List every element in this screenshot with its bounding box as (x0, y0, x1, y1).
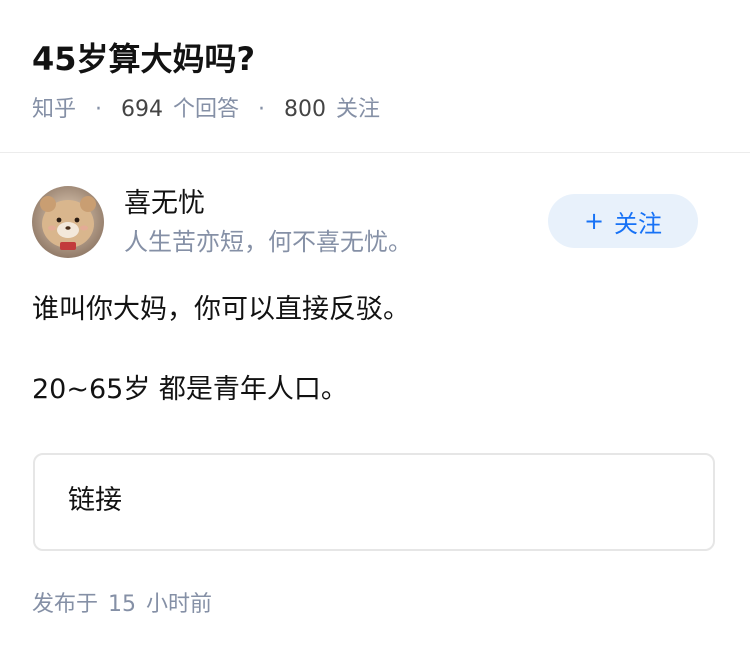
follow-count: 800 (284, 97, 327, 122)
avatar[interactable] (32, 186, 104, 258)
answer-paragraph: 谁叫你大妈，你可以直接反驳。 (32, 294, 410, 325)
avatar-image (32, 186, 104, 258)
meta-separator: · (258, 97, 266, 122)
link-card-label: 链接 (68, 485, 122, 516)
question-meta: 知乎 · 694 个回答 · 800 关注 (32, 94, 380, 126)
answer-page: 45岁算大妈吗? 知乎 · 694 个回答 · 800 关注 喜无忧 人生苦亦短… (0, 0, 750, 656)
answer-count-label: 个回答 (173, 97, 240, 122)
follow-button[interactable]: + 关注 (548, 194, 698, 248)
follow-count-label: 关注 (336, 97, 381, 122)
follow-button-label: 关注 (614, 209, 663, 238)
meta-separator: · (95, 97, 103, 122)
author-name[interactable]: 喜无忧 (124, 186, 205, 222)
published-unit: 小时前 (146, 592, 213, 617)
author-bio: 人生苦亦短，何不喜无忧。 (124, 228, 412, 256)
question-header: 45岁算大妈吗? 知乎 · 694 个回答 · 800 关注 (0, 0, 750, 153)
answer-count: 694 (121, 97, 164, 122)
published-value: 15 (108, 592, 137, 617)
source-label: 知乎 (32, 97, 77, 122)
plus-icon: + (583, 207, 605, 235)
question-title[interactable]: 45岁算大妈吗? (32, 36, 255, 82)
answer-paragraph: 20~65岁 都是青年人口。 (32, 374, 348, 405)
published-label: 发布于 (32, 592, 99, 617)
answer-content: 谁叫你大妈，你可以直接反驳。 20~65岁 都是青年人口。 (32, 288, 718, 412)
link-card[interactable]: 链接 (33, 453, 715, 551)
publish-time: 发布于 15 小时前 (32, 589, 212, 621)
